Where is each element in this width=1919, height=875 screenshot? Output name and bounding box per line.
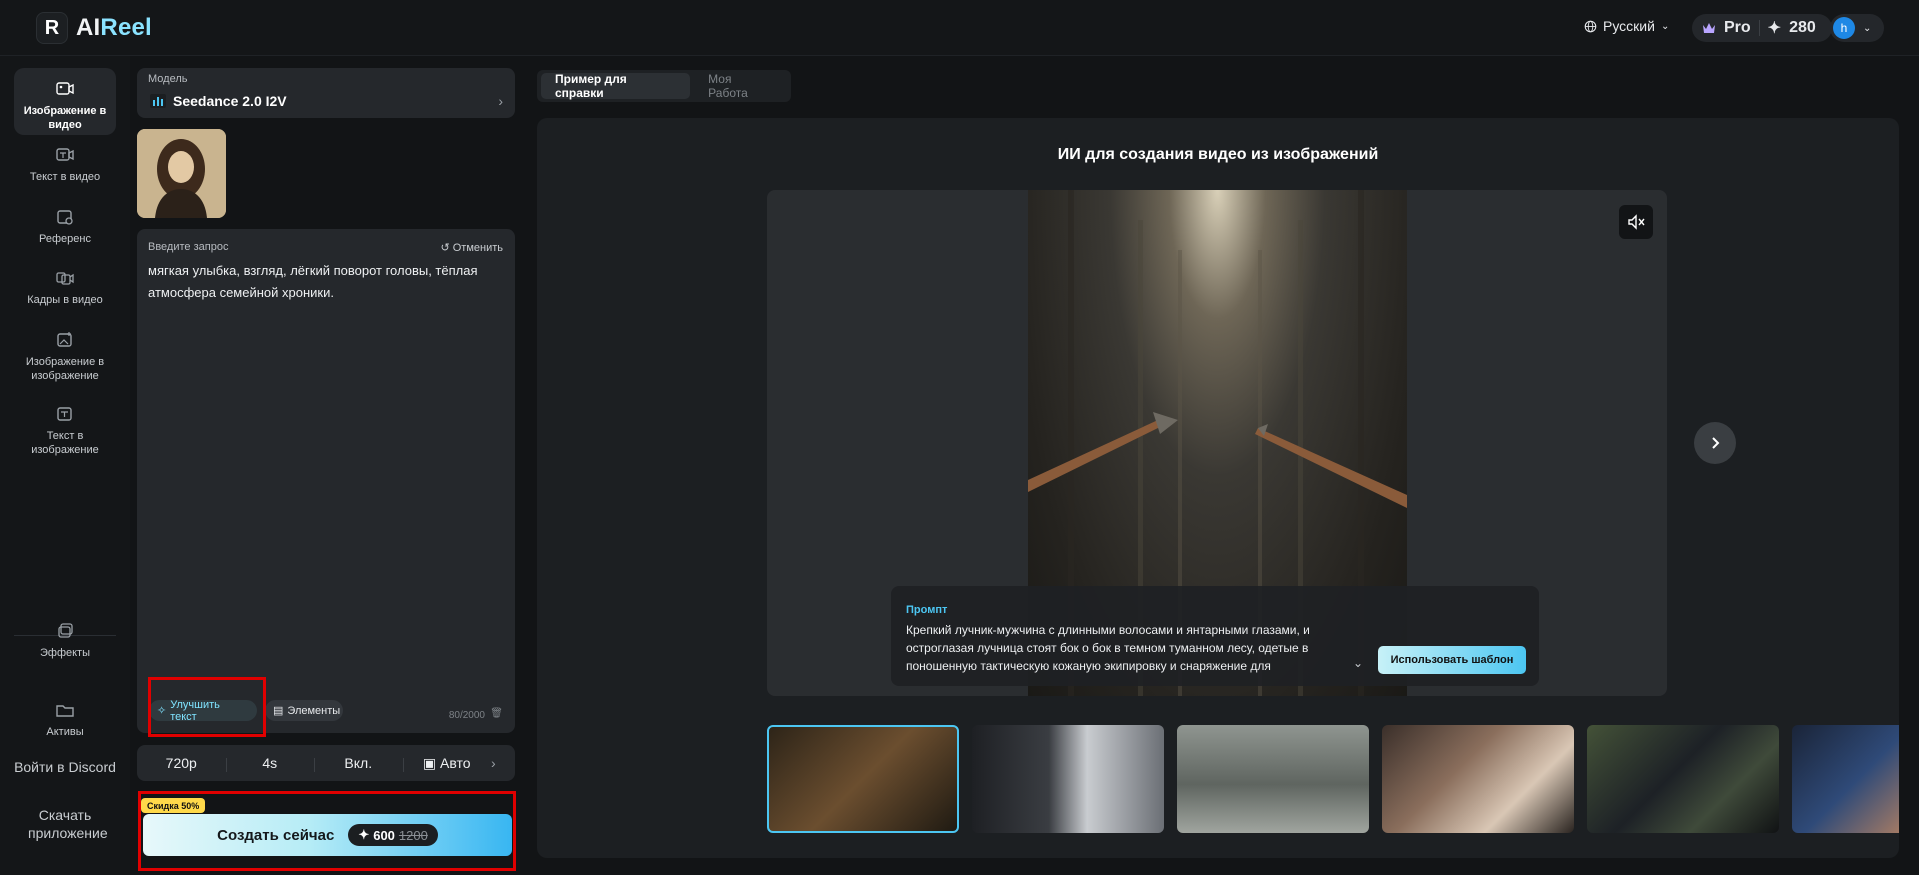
globe-icon (1584, 20, 1597, 32)
portrait-image (137, 129, 226, 218)
sidebar-item-image-to-video[interactable]: Изображение в видео (14, 68, 116, 135)
prompt-overlay-text: Крепкий лучник-мужчина с длинными волоса… (906, 623, 1310, 673)
model-selector[interactable]: Модель Seedance 2.0 I2V › (137, 68, 515, 118)
language-label: Русский (1603, 18, 1655, 34)
tab-examples[interactable]: Пример для справки (541, 72, 691, 100)
frames-to-video-icon (56, 272, 74, 285)
sidebar-item-reference[interactable]: Референс (14, 204, 116, 260)
audio-setting[interactable]: Вкл. (314, 755, 403, 772)
uploaded-image-thumbnail[interactable] (137, 129, 226, 218)
chevron-down-icon: ⌄ (1863, 22, 1872, 34)
user-menu[interactable]: h ⌄ (1830, 14, 1884, 42)
top-bar: R AIReel Русский ⌄ Pro ✦ 280 h ⌄ (0, 0, 1919, 56)
image-to-image-icon (57, 332, 72, 347)
sidebar-item-effects[interactable]: Эффекты (14, 618, 116, 674)
aspect-ratio-icon: ▣ (422, 754, 437, 771)
trash-icon[interactable]: 🗑 (490, 708, 503, 719)
example-thumbnails (767, 725, 1899, 833)
example-thumbnail[interactable] (1792, 725, 1899, 833)
showcase-title: ИИ для создания видео из изображений (1057, 146, 1379, 163)
prompt-label: Введите запрос (148, 241, 229, 253)
sidebar-item-frames-to-video[interactable]: Кадры в видео (14, 265, 116, 321)
sidebar-item-image-to-image[interactable]: Изображение в изображение (14, 327, 116, 395)
chevron-down-icon: ⌄ (1660, 20, 1670, 32)
text-to-video-icon (56, 148, 74, 161)
resolution-setting[interactable]: 720p (137, 755, 226, 771)
use-template-button[interactable]: Использовать шаблон (1378, 646, 1526, 674)
example-thumbnail[interactable] (1587, 725, 1779, 833)
prompt-overlay: Промпт Крепкий лучник-мужчина с длинными… (891, 586, 1539, 686)
sidebar: Изображение в видео Текст в видео Рефере… (0, 56, 130, 875)
showcase-panel: ИИ для создания видео из изображений Про… (537, 118, 1899, 858)
language-selector[interactable]: Русский ⌄ (1584, 18, 1669, 34)
image-to-video-icon (56, 82, 74, 95)
logo-mark: R (36, 12, 68, 44)
example-thumbnail[interactable] (767, 725, 959, 833)
folder-icon (56, 705, 74, 717)
example-thumbnail[interactable] (972, 725, 1164, 833)
sparkle-icon: ✦ (1767, 20, 1782, 37)
ratio-setting[interactable]: ▣ Авто (402, 754, 492, 772)
prompt-textarea[interactable]: мягкая улыбка, взгляд, лёгкий поворот го… (148, 260, 488, 304)
mute-button[interactable] (1619, 205, 1653, 239)
chevron-right-icon: › (498, 93, 503, 109)
example-thumbnail[interactable] (1382, 725, 1574, 833)
sidebar-item-text-to-image[interactable]: Текст в изображение (14, 401, 116, 469)
discord-login-link[interactable]: Войти в Discord (0, 758, 130, 776)
sidebar-item-text-to-video[interactable]: Текст в видео (14, 142, 116, 198)
video-player[interactable]: Промпт Крепкий лучник-мужчина с длинными… (767, 190, 1667, 696)
prompt-panel: Введите запрос ↺ Отменить мягкая улыбка,… (137, 229, 515, 733)
reference-icon (57, 210, 73, 225)
download-app-link[interactable]: Скачать приложение (0, 806, 130, 842)
highlight-box-create (138, 791, 516, 871)
model-name: Seedance 2.0 I2V (173, 93, 287, 109)
sidebar-item-assets[interactable]: Активы (14, 697, 116, 753)
crown-icon (1703, 23, 1715, 33)
generation-settings[interactable]: 720p 4s Вкл. ▣ Авто › (137, 745, 515, 781)
plan-label: Pro (1724, 19, 1751, 36)
speaker-muted-icon (1628, 214, 1645, 230)
avatar: h (1833, 17, 1855, 39)
tab-my-work[interactable]: Моя Работа (694, 72, 787, 100)
plan-credits-box[interactable]: Pro ✦ 280 (1692, 14, 1832, 42)
undo-icon: ↺ (440, 242, 450, 254)
model-icon (150, 94, 166, 108)
duration-setting[interactable]: 4s (225, 755, 315, 772)
folder-icon: ▤ (273, 705, 284, 717)
chevron-right-icon (1712, 437, 1720, 449)
example-thumbnail[interactable] (1177, 725, 1369, 833)
effects-icon (58, 623, 73, 638)
divider (1758, 20, 1760, 36)
logo[interactable]: R AIReel (36, 12, 152, 44)
view-tabs: Пример для справки Моя Работа (537, 70, 791, 102)
highlight-box-enhance (148, 677, 266, 737)
next-slide-button[interactable] (1694, 422, 1736, 464)
credits-count: 280 (1789, 19, 1816, 36)
elements-button[interactable]: ▤ Элементы (265, 700, 343, 721)
expand-chevron-icon[interactable]: ⌄ (1353, 656, 1363, 670)
char-counter: 80/2000 (448, 710, 485, 721)
text-to-image-icon (57, 407, 72, 421)
logo-text: AIReel (76, 14, 152, 41)
undo-button[interactable]: ↺ Отменить (440, 241, 503, 254)
model-label: Модель (148, 73, 188, 85)
chevron-right-icon: › (491, 755, 496, 771)
prompt-overlay-label: Промпт (906, 604, 948, 616)
